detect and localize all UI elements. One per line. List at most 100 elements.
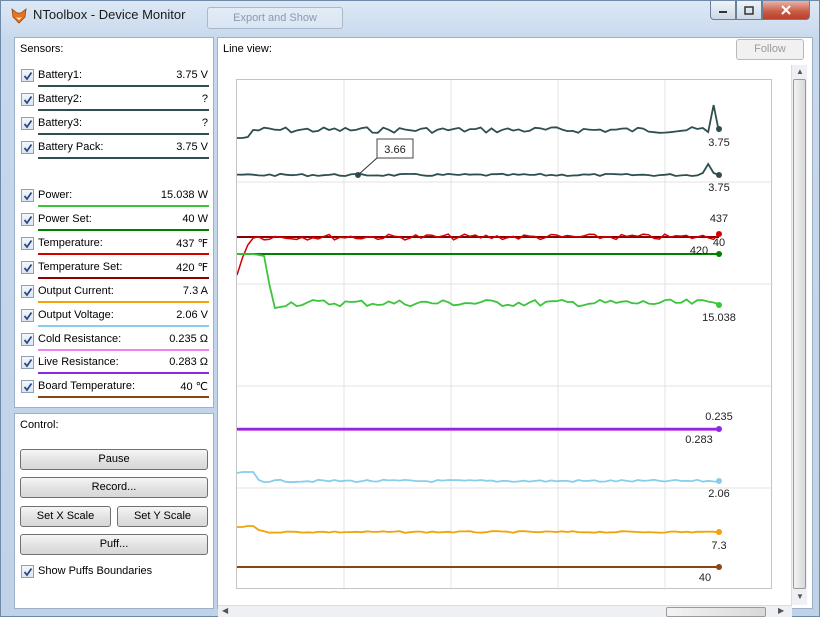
- checkmark-icon: [23, 143, 33, 153]
- title-bar[interactable]: NToolbox - Device Monitor Export and Sho…: [1, 1, 820, 31]
- sensor-checkbox[interactable]: [21, 237, 34, 250]
- battery-pack-end-marker: [716, 172, 722, 178]
- tooltip-pointer: [357, 157, 378, 176]
- output-current-end-label: 7.3: [711, 540, 726, 552]
- maximize-icon: [744, 5, 754, 15]
- sensor-color-line: [38, 372, 209, 374]
- horizontal-scrollbar[interactable]: ◀ ▶: [218, 605, 792, 617]
- sensor-label: Output Voltage:: [38, 309, 114, 321]
- sensor-label: Live Resistance:: [38, 356, 119, 368]
- sensor-label: Cold Resistance:: [38, 333, 122, 345]
- checkmark-icon: [23, 95, 33, 105]
- sensor-color-line: [38, 109, 209, 111]
- checkmark-icon: [23, 215, 33, 225]
- sensor-checkbox[interactable]: [21, 213, 34, 226]
- sensor-checkbox[interactable]: [21, 69, 34, 82]
- sensor-label: Power:: [38, 189, 73, 201]
- vertical-scroll-thumb[interactable]: [793, 79, 806, 589]
- sensor-label: Board Temperature:: [38, 380, 136, 392]
- sensor-value: 437 ℉: [176, 238, 208, 250]
- follow-button[interactable]: Follow: [736, 39, 804, 60]
- pause-button[interactable]: Pause: [20, 449, 208, 470]
- line-chart[interactable]: 3.75 3.75 3.66 437 40 420 15.038 0.235 0.283 2.06…: [236, 79, 773, 590]
- power-set-end-label: 40: [713, 237, 725, 249]
- sensor-value: 7.3 A: [182, 285, 208, 297]
- scroll-right-arrow-icon[interactable]: ▶: [778, 606, 784, 615]
- line-view-title: Line view:: [223, 43, 272, 55]
- set-x-scale-button[interactable]: Set X Scale: [20, 506, 111, 527]
- board-temperature-end-marker: [716, 564, 722, 570]
- checkmark-icon: [23, 191, 33, 201]
- scroll-left-arrow-icon[interactable]: ◀: [222, 606, 228, 615]
- maximize-button[interactable]: [736, 1, 762, 20]
- power-end-marker: [716, 302, 722, 308]
- sensor-checkbox[interactable]: [21, 356, 34, 369]
- sensor-row[interactable]: Battery1: 3.75 V: [20, 67, 209, 89]
- minimize-button[interactable]: [710, 1, 736, 20]
- temperature-end-label: 437: [710, 213, 728, 225]
- show-puffs-checkbox[interactable]: [21, 565, 34, 578]
- line-chart-svg: 3.75 3.75 3.66 437 40 420 15.038 0.235 0.283 2.06…: [237, 80, 773, 590]
- sensor-checkbox[interactable]: [21, 380, 34, 393]
- sensor-label: Temperature:: [38, 237, 103, 249]
- sensor-color-line: [38, 277, 209, 279]
- checkmark-icon: [23, 119, 33, 129]
- battery1-line: [237, 104, 720, 139]
- sensor-label: Power Set:: [38, 213, 92, 225]
- vertical-scrollbar[interactable]: ▲ ▼: [791, 65, 807, 605]
- sensor-checkbox[interactable]: [21, 189, 34, 202]
- horizontal-scroll-thumb[interactable]: [666, 607, 766, 617]
- sensor-row[interactable]: Cold Resistance: 0.235 Ω: [20, 331, 209, 353]
- temperature-set-end-label: 420: [690, 245, 708, 257]
- battery-pack-end-label: 3.75: [708, 182, 729, 194]
- sensor-row[interactable]: Output Current: 7.3 A: [20, 283, 209, 305]
- sensor-row[interactable]: Battery3:?: [20, 115, 209, 137]
- sensor-row[interactable]: Temperature Set: 420 ℉: [20, 259, 209, 281]
- puff-button[interactable]: Puff...: [20, 534, 208, 555]
- sensor-color-line: [38, 349, 209, 351]
- sensor-row[interactable]: Output Voltage: 2.06 V: [20, 307, 209, 329]
- sensors-panel: Sensors: Battery1: 3.75 V Battery2:? Batter…: [14, 37, 214, 408]
- output-current-line: [237, 525, 720, 534]
- sensor-checkbox[interactable]: [21, 261, 34, 274]
- sensor-row[interactable]: Battery2:?: [20, 91, 209, 113]
- set-y-scale-button[interactable]: Set Y Scale: [117, 506, 208, 527]
- power-line: [237, 253, 720, 310]
- battery-pack-line: [237, 162, 720, 178]
- sensor-row[interactable]: Live Resistance: 0.283 Ω: [20, 354, 209, 376]
- fox-app-icon: [11, 8, 27, 24]
- minimize-icon: [719, 11, 727, 13]
- scroll-up-arrow-icon[interactable]: ▲: [796, 67, 804, 76]
- sensor-checkbox[interactable]: [21, 333, 34, 346]
- sensor-value: ?: [201, 117, 208, 129]
- sensor-value: 40 ℃: [180, 381, 208, 393]
- sensor-color-line: [38, 205, 209, 207]
- output-current-end-marker: [716, 529, 722, 535]
- record-button[interactable]: Record...: [20, 477, 208, 498]
- sensor-label: Temperature Set:: [38, 261, 123, 273]
- sensor-value: 0.235 Ω: [169, 333, 208, 345]
- background-export-button: Export and Show: [207, 7, 343, 29]
- sensor-checkbox[interactable]: [21, 117, 34, 130]
- sensor-color-line: [38, 253, 209, 255]
- sensor-checkbox[interactable]: [21, 285, 34, 298]
- scroll-down-arrow-icon[interactable]: ▼: [796, 592, 804, 601]
- sensor-checkbox[interactable]: [21, 141, 34, 154]
- sensor-row[interactable]: Power Set: 40 W: [20, 211, 209, 233]
- power-end-label: 15.038: [702, 312, 736, 324]
- output-voltage-line: [237, 471, 720, 484]
- tooltip-value: 3.66: [384, 144, 405, 156]
- sensor-value: 2.06 V: [176, 309, 208, 321]
- sensor-checkbox[interactable]: [21, 93, 34, 106]
- sensor-row[interactable]: Battery Pack: 3.75 V: [20, 139, 209, 161]
- close-icon: [781, 5, 791, 15]
- output-voltage-end-label: 2.06: [708, 488, 729, 500]
- close-button[interactable]: [762, 1, 810, 20]
- show-puffs-row[interactable]: Show Puffs Boundaries: [20, 563, 209, 585]
- sensor-value: 3.75 V: [176, 141, 208, 153]
- sensor-checkbox[interactable]: [21, 309, 34, 322]
- sensor-row[interactable]: Board Temperature: 40 ℃: [20, 378, 209, 400]
- sensor-row[interactable]: Temperature: 437 ℉: [20, 235, 209, 257]
- sensor-row[interactable]: Power: 15.038 W: [20, 187, 209, 209]
- sensor-color-line: [38, 229, 209, 231]
